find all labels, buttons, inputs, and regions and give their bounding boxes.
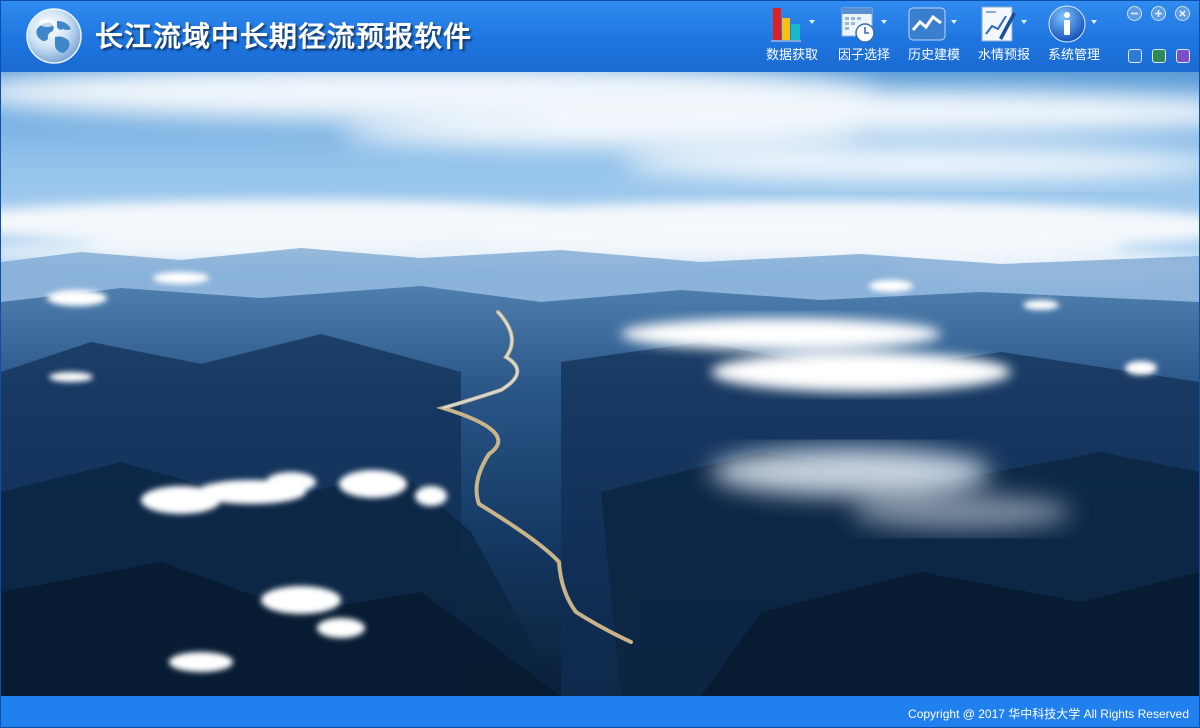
info-icon (1048, 5, 1086, 43)
main-background-image (1, 72, 1199, 696)
toolbar-item-label: 水情预报 (977, 48, 1030, 63)
line-trend-icon (908, 7, 946, 41)
close-icon[interactable] (1175, 6, 1190, 21)
chevron-down-icon (951, 20, 957, 24)
chevron-down-icon (809, 20, 815, 24)
calendar-clock-icon (841, 7, 875, 43)
toolbar-item-label: 数据获取 (765, 48, 818, 63)
toolbar-factor-selection-button[interactable]: 因子选择 (831, 4, 901, 66)
theme-swatch-green[interactable] (1152, 49, 1166, 63)
status-bar: Copyright @ 2017 华中科技大学 All Rights Reser… (1, 696, 1199, 727)
maximize-icon[interactable] (1151, 6, 1166, 21)
app-window: 长江流域中长期径流预报软件 数据获取 因子选择 历史建模 水情预报 系统管理 C… (0, 0, 1200, 728)
toolbar-hydrological-forecast-button[interactable]: 水情预报 (971, 4, 1041, 66)
toolbar-item-label: 系统管理 (1047, 48, 1100, 63)
theme-swatch-purple[interactable] (1176, 49, 1190, 63)
toolbar-history-modeling-button[interactable]: 历史建模 (901, 4, 971, 66)
chevron-down-icon (1091, 20, 1097, 24)
aerial-river-valley-image (1, 72, 1199, 696)
copyright-text: Copyright @ 2017 华中科技大学 All Rights Reser… (908, 707, 1189, 721)
toolbar-system-management-button[interactable]: 系统管理 (1041, 4, 1111, 66)
toolbar-item-label: 因子选择 (837, 48, 890, 63)
theme-swatch-blue[interactable] (1128, 49, 1142, 63)
toolbar-data-acquisition-button[interactable]: 数据获取 (759, 4, 829, 66)
minimize-icon[interactable] (1127, 6, 1142, 21)
toolbar-item-label: 历史建模 (907, 48, 960, 63)
app-title: 长江流域中长期径流预报软件 (95, 20, 473, 53)
chevron-down-icon (1021, 20, 1027, 24)
bar-chart-icon (771, 8, 801, 42)
chevron-down-icon (881, 20, 887, 24)
globe-logo-icon (26, 8, 82, 64)
chart-edit-icon (981, 6, 1016, 42)
title-bar: 长江流域中长期径流预报软件 数据获取 因子选择 历史建模 水情预报 系统管理 (1, 1, 1199, 72)
